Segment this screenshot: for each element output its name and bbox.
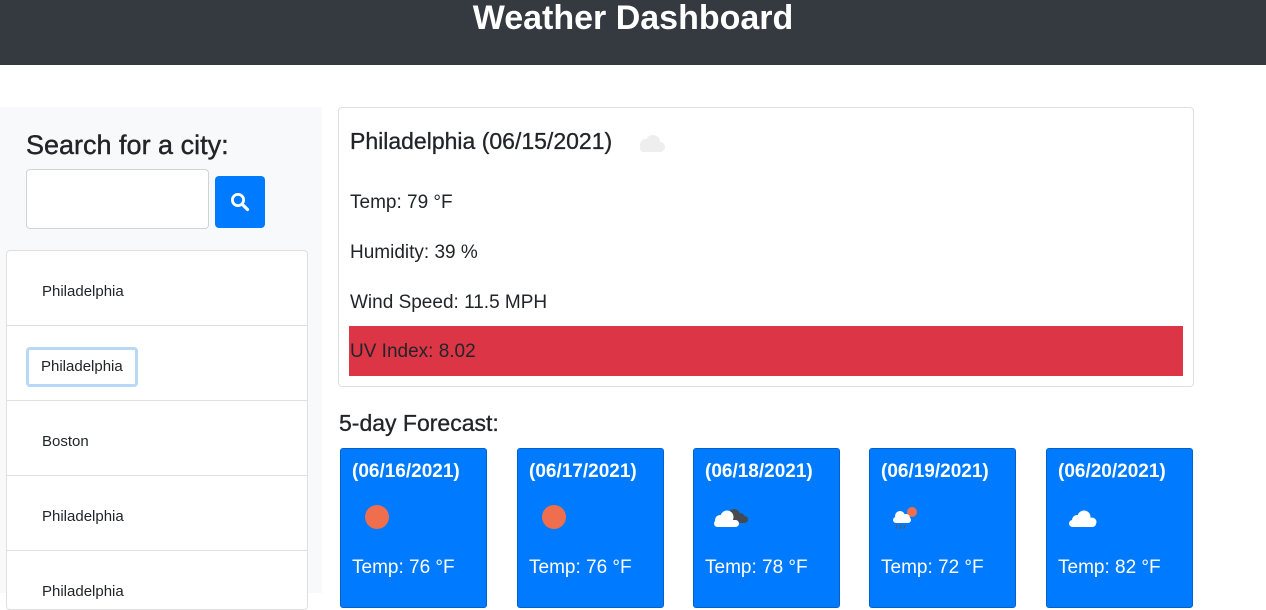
forecast-temp: Temp: 82 °F	[1058, 557, 1161, 578]
rain-sun-icon	[884, 499, 928, 542]
search-button[interactable]	[215, 176, 265, 228]
forecast-date: (06/20/2021)	[1058, 461, 1166, 482]
search-heading: Search for a city:	[26, 130, 229, 160]
uv-index-text: UV Index: 8.02	[350, 341, 476, 362]
page-title: Weather Dashboard	[472, 0, 794, 37]
history-item: Boston	[7, 401, 307, 476]
history-city-button[interactable]: Boston	[27, 422, 104, 462]
current-humidity: Humidity: 39 %	[350, 242, 478, 263]
history-item: Philadelphia	[7, 326, 307, 401]
sidebar: Search for a city: Philadelphia Philadel…	[0, 107, 322, 610]
sun-icon	[532, 499, 576, 542]
search-icon	[215, 192, 265, 212]
current-wind-speed: Wind Speed: 11.5 MPH	[350, 292, 548, 313]
cloud-icon	[1061, 499, 1105, 542]
current-temp: Temp: 79 °F	[350, 192, 453, 213]
forecast-temp: Temp: 72 °F	[881, 557, 984, 578]
forecast-card: (06/19/2021) Temp: 72 °F	[869, 448, 1016, 608]
search-history-list: Philadelphia Philadelphia Boston Philade…	[6, 250, 308, 610]
forecast-temp: Temp: 76 °F	[352, 557, 455, 578]
history-item: Philadelphia	[7, 551, 307, 609]
history-city-button[interactable]: Philadelphia	[26, 347, 138, 387]
history-city-button[interactable]: Philadelphia	[27, 572, 139, 609]
broken-clouds-icon	[708, 499, 752, 542]
history-item: Philadelphia	[7, 476, 307, 551]
forecast-heading: 5-day Forecast:	[339, 410, 499, 436]
sun-icon	[355, 499, 399, 542]
forecast-date: (06/19/2021)	[881, 461, 989, 482]
current-city-title: Philadelphia (06/15/2021)	[350, 128, 613, 154]
forecast-card: (06/16/2021) Temp: 76 °F	[340, 448, 487, 608]
forecast-temp: Temp: 76 °F	[529, 557, 632, 578]
forecast-card: (06/18/2021) Temp: 78 °F	[693, 448, 840, 608]
history-city-button[interactable]: Philadelphia	[27, 272, 139, 312]
uv-index-badge: UV Index: 8.02	[349, 326, 1183, 376]
cloud-icon	[635, 132, 667, 159]
forecast-date: (06/16/2021)	[352, 461, 460, 482]
city-search-input[interactable]	[26, 169, 209, 229]
current-weather-card: Philadelphia (06/15/2021) Temp: 79 °F Hu…	[338, 107, 1194, 387]
forecast-temp: Temp: 78 °F	[705, 557, 808, 578]
forecast-date: (06/18/2021)	[705, 461, 813, 482]
forecast-card: (06/17/2021) Temp: 76 °F	[517, 448, 664, 608]
forecast-date: (06/17/2021)	[529, 461, 637, 482]
history-city-button[interactable]: Philadelphia	[27, 497, 139, 537]
app-header: Weather Dashboard	[0, 0, 1266, 65]
history-item: Philadelphia	[7, 251, 307, 326]
forecast-card: (06/20/2021) Temp: 82 °F	[1046, 448, 1193, 608]
